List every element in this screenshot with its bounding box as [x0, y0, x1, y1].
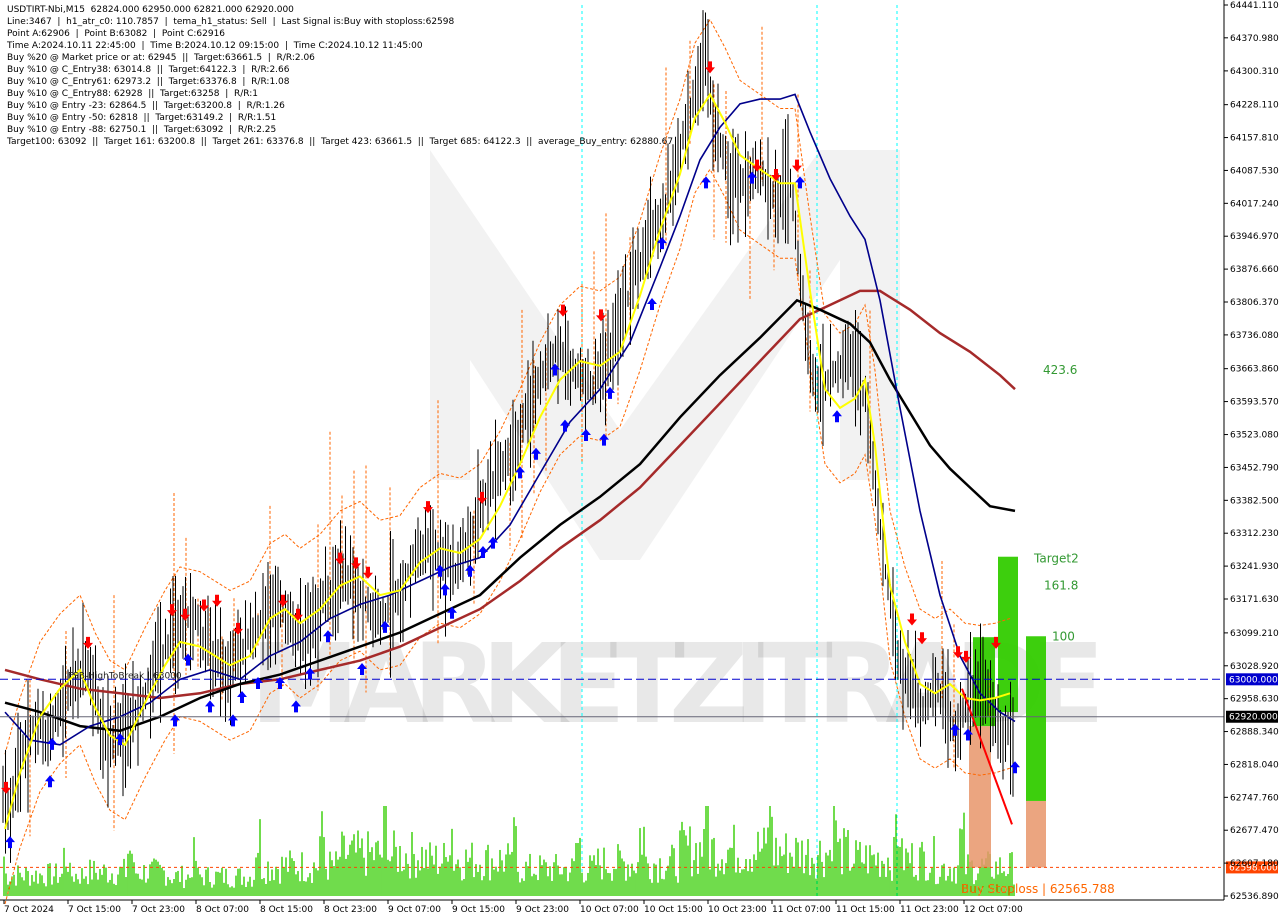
time-tick-label: 12 Oct 07:00: [964, 905, 1023, 915]
price-tick-label: 63593.570: [1230, 398, 1279, 408]
sell-arrow-icon: [83, 636, 93, 649]
price-tick-label: 62536.890: [1230, 892, 1279, 902]
time-tick-label: 11 Oct 15:00: [836, 905, 895, 915]
sell-arrow-icon: [363, 566, 373, 579]
volume-histogram: [3, 806, 1015, 896]
level-63000-tag: 63000.000: [1229, 675, 1278, 685]
price-tick-label: 62747.760: [1230, 793, 1279, 803]
info-line: Target100: 63092 || Target 161: 63200.8 …: [7, 137, 674, 147]
time-tick-label: 8 Oct 23:00: [324, 905, 377, 915]
price-tick-label: 64157.810: [1230, 134, 1279, 144]
time-tick-label: 11 Oct 23:00: [900, 905, 959, 915]
price-tick-label: 63663.860: [1230, 365, 1279, 375]
fib-100-label: 100: [1052, 629, 1075, 643]
price-tick-label: 63312.230: [1230, 529, 1279, 539]
time-tick-label: 10 Oct 07:00: [580, 905, 639, 915]
info-line: Line:3467 | h1_atr_c0: 110.7857 | tema_h…: [7, 17, 455, 27]
buy-arrow-icon: [5, 836, 15, 849]
price-tick-label: 63523.080: [1230, 431, 1279, 441]
info-line: Buy %10 @ C_Entry61: 62973.2 || Target:6…: [7, 77, 290, 87]
buy-arrow-icon: [170, 714, 180, 727]
price-tick-label: 63806.370: [1230, 298, 1279, 308]
price-tick-label: 62958.630: [1230, 695, 1279, 705]
price-tick-label: 63382.500: [1230, 496, 1279, 506]
price-tick-label: 64370.980: [1230, 34, 1279, 44]
target-box: [1026, 636, 1046, 801]
price-tick-label: 62818.040: [1230, 760, 1279, 770]
price-tick-label: 62888.340: [1230, 728, 1279, 738]
price-tick-label: 63452.790: [1230, 463, 1279, 473]
fsb-label: FSB-HighToBreak | 63000: [68, 672, 182, 682]
current-price-tag: 62920.000: [1229, 713, 1278, 723]
info-line: Buy %10 @ Entry -50: 62818 || Target:631…: [7, 113, 277, 123]
buy-arrow-icon: [701, 176, 711, 189]
info-line: Buy %10 @ Entry -23: 62864.5 || Target:6…: [7, 101, 285, 111]
time-tick-label: 10 Oct 15:00: [644, 905, 703, 915]
time-tick-label: 11 Oct 07:00: [772, 905, 831, 915]
sell-arrow-icon: [792, 159, 802, 172]
sell-arrow-icon: [212, 594, 222, 607]
target-box: [973, 637, 995, 727]
time-tick-label: 8 Oct 15:00: [260, 905, 313, 915]
fib-161-label: 161.8: [1044, 578, 1078, 592]
info-line: USDTIRT-Nbi,M15 62824.000 62950.000 6282…: [7, 5, 294, 15]
target2-label: Target2: [1033, 552, 1079, 566]
time-tick-label: 9 Oct 07:00: [388, 905, 441, 915]
info-line: Buy %10 @ Entry -88: 62750.1 || Target:6…: [7, 125, 277, 135]
stoploss-label: Buy Stoploss | 62565.788: [961, 882, 1115, 896]
sell-arrow-icon: [705, 61, 715, 74]
price-tick-label: 63876.660: [1230, 265, 1279, 275]
info-panel: USDTIRT-Nbi,M15 62824.000 62950.000 6282…: [7, 4, 673, 148]
info-line: Buy %10 @ C_Entry88: 62928 || Target:632…: [7, 89, 259, 99]
price-tick-label: 64300.310: [1230, 67, 1279, 77]
time-tick-label: 9 Oct 23:00: [516, 905, 569, 915]
time-tick-label: 7 Oct 2024: [4, 905, 54, 915]
buy-arrow-icon: [440, 583, 450, 596]
buy-arrow-icon: [228, 714, 238, 727]
price-axis: 64441.110 64370.980 64300.310 64228.110 6415…: [1223, 0, 1279, 902]
price-tick-label: 63099.210: [1230, 629, 1279, 639]
price-tick-label: 64228.110: [1230, 101, 1279, 111]
buy-arrow-icon: [478, 545, 488, 558]
info-line: Buy %10 @ C_Entry38: 63014.8 || Target:6…: [7, 65, 290, 75]
price-tick-label: 64087.530: [1230, 166, 1279, 176]
price-tick-label: 63241.930: [1230, 562, 1279, 572]
buy-arrow-icon: [205, 700, 215, 713]
info-line: Buy %20 @ Market price or at: 62945 || T…: [7, 53, 315, 63]
price-tick-label: 62607.180: [1230, 859, 1279, 869]
target-box: [998, 556, 1018, 713]
time-tick-label: 10 Oct 23:00: [708, 905, 767, 915]
price-tick-label: 62677.470: [1230, 826, 1279, 836]
buy-arrow-icon: [1010, 761, 1020, 774]
fib-423-label: 423.6: [1043, 363, 1077, 377]
buy-arrow-icon: [45, 775, 55, 788]
time-tick-label: 9 Oct 15:00: [452, 905, 505, 915]
price-tick-label: 63946.970: [1230, 232, 1279, 242]
sell-arrow-icon: [596, 309, 606, 322]
info-line: Time A:2024.10.11 22:45:00 | Time B:2024…: [7, 41, 423, 51]
buy-arrow-icon: [183, 653, 193, 666]
info-line: Point A:62906 | Point B:63082 | Point C:…: [7, 29, 226, 39]
price-tick-label: 63028.920: [1230, 662, 1279, 672]
stoploss-box: [1026, 800, 1046, 868]
sell-arrow-icon: [423, 501, 433, 514]
sell-arrow-icon: [278, 594, 288, 607]
price-tick-label: 63736.080: [1230, 331, 1279, 341]
buy-arrow-icon: [515, 466, 525, 479]
buy-arrow-icon: [237, 691, 247, 704]
price-tick-label: 64441.110: [1230, 1, 1279, 11]
buy-arrow-icon: [647, 297, 657, 310]
time-tick-label: 7 Oct 15:00: [68, 905, 121, 915]
time-tick-label: 7 Oct 23:00: [132, 905, 185, 915]
time-tick-label: 8 Oct 07:00: [196, 905, 249, 915]
price-tick-label: 63171.630: [1230, 595, 1279, 605]
time-axis: 7 Oct 2024 7 Oct 15:00 7 Oct 23:00 8 Oct 07…: [0, 899, 1224, 915]
price-tick-label: 64017.240: [1230, 199, 1279, 209]
